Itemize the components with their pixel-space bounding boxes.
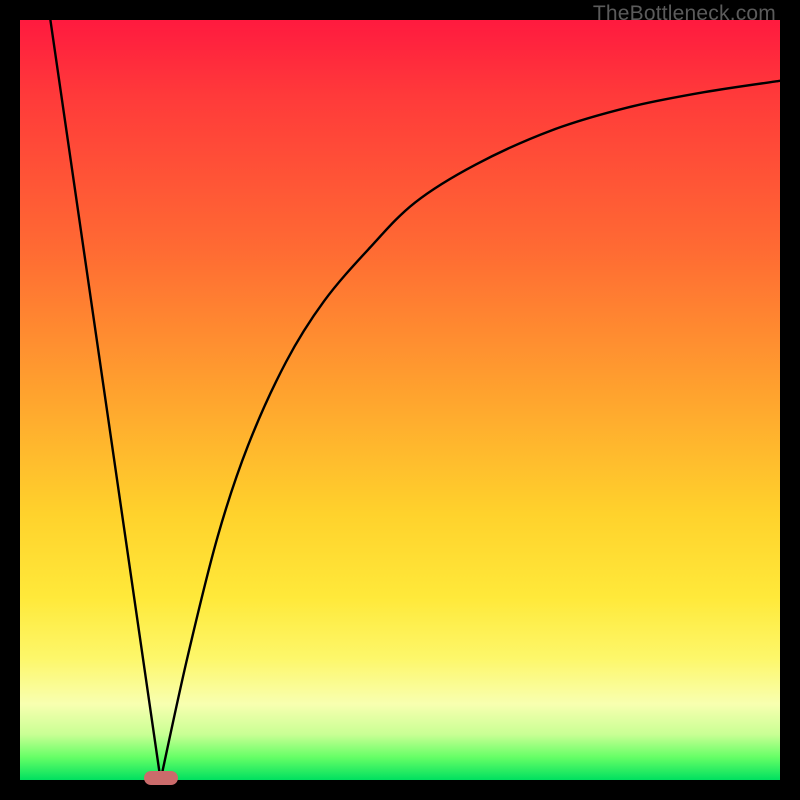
chart-frame [20, 20, 780, 780]
bottleneck-curve [50, 20, 780, 780]
chart-curve-svg [20, 20, 780, 780]
optimal-point-marker [144, 771, 178, 785]
